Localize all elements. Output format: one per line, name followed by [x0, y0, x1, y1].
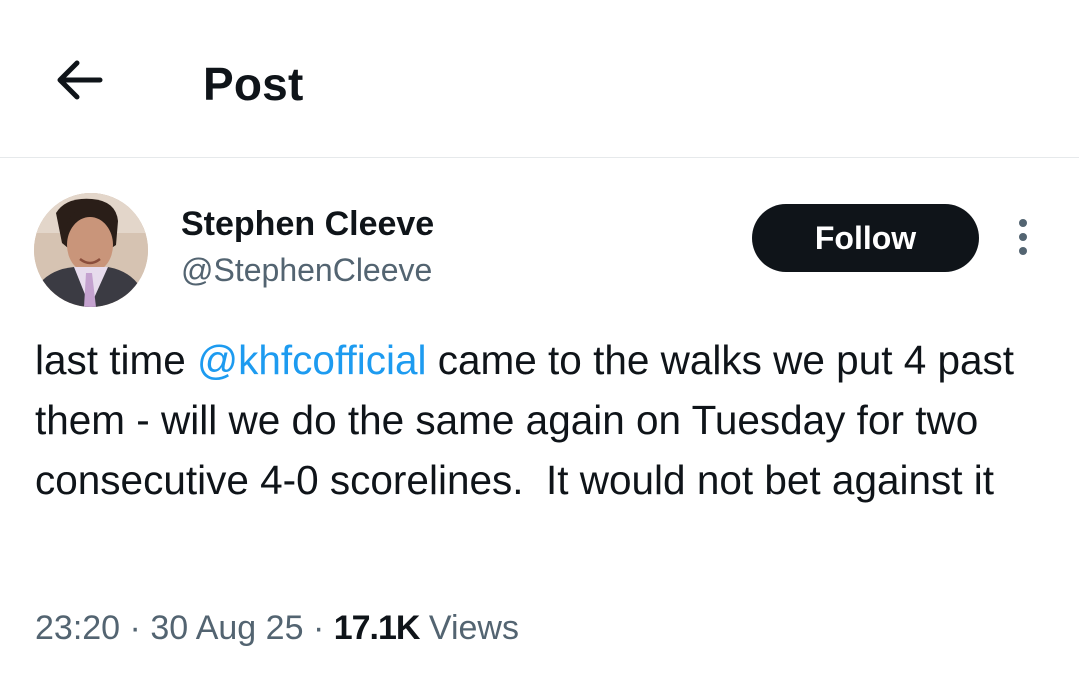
back-button[interactable]	[48, 52, 108, 108]
views-count[interactable]: 17.1K	[334, 609, 421, 647]
post-time[interactable]: 23:20	[35, 609, 120, 647]
mention-link[interactable]: @khfcofficial	[197, 337, 426, 383]
post-text-part: last time	[35, 337, 198, 383]
more-vertical-icon	[1019, 219, 1027, 255]
follow-button[interactable]: Follow	[752, 204, 979, 272]
separator: ·	[312, 609, 325, 647]
author-handle[interactable]: @StephenCleeve	[181, 250, 432, 290]
author-name[interactable]: Stephen Cleeve	[181, 204, 434, 244]
page-title: Post	[203, 58, 304, 110]
avatar[interactable]	[34, 193, 148, 307]
more-options-button[interactable]	[1005, 215, 1041, 259]
separator: ·	[129, 609, 141, 647]
post-meta: 23:20 · 30 Aug 25 · 17.1K Views	[35, 604, 519, 652]
top-bar: Post	[0, 0, 1079, 158]
post-text: last time @khfcofficial came to the walk…	[35, 330, 1055, 510]
profile-photo	[34, 193, 148, 307]
post-date[interactable]: 30 Aug 25	[150, 609, 303, 647]
arrow-left-icon	[57, 60, 103, 100]
views-label[interactable]: Views	[429, 609, 519, 647]
